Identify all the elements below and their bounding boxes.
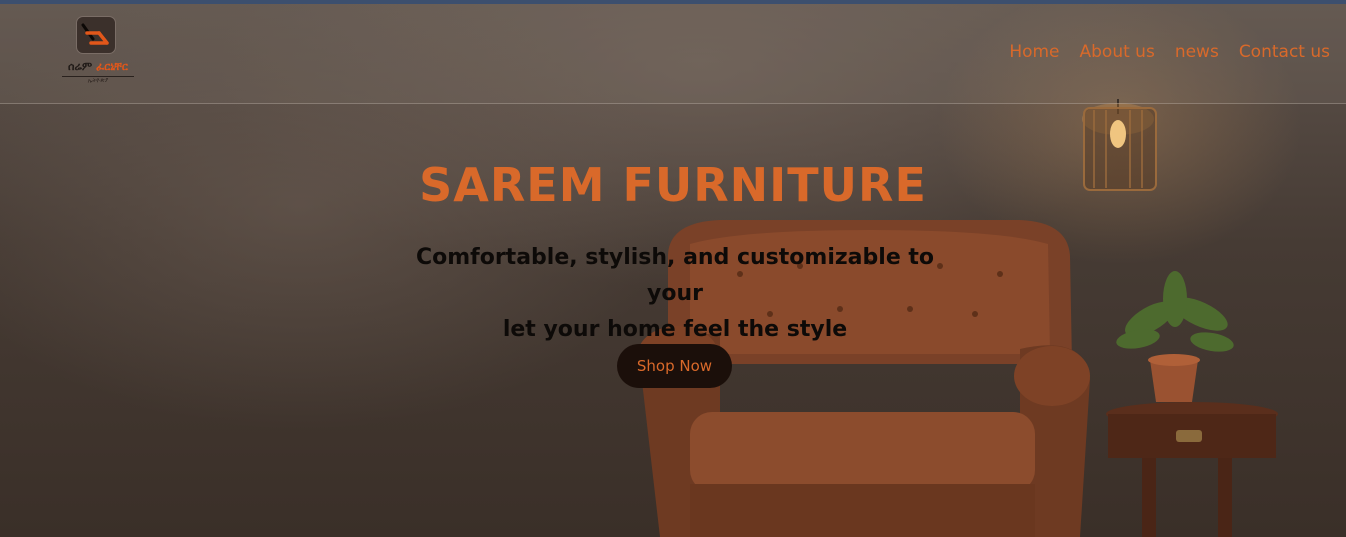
logo-word-2: ፈርኒቸር [96,60,128,73]
main-navigation: Home About us news Contact us [1009,42,1330,62]
hero-section: ሰሬም ፈርኒቸር ኢትዮጵያ Home About us news Conta… [0,4,1346,537]
armchair-logo-icon [76,16,116,54]
hero-tagline: Comfortable, stylish, and customizable t… [395,240,955,348]
logo-word-1: ሰሬም [68,60,93,73]
nav-link-contact-us[interactable]: Contact us [1239,42,1330,62]
logo-subtitle: ኢትዮጵያ [62,76,134,85]
hero-tagline-line-2: let your home feel the style [502,317,848,342]
logo-wordmark: ሰሬም ፈርኒቸር [56,60,140,74]
site-logo[interactable]: ሰሬም ፈርኒቸር ኢትዮጵያ [56,16,140,88]
hero-tagline-line-1: Comfortable, stylish, and customizable t… [415,245,935,306]
nav-link-home[interactable]: Home [1009,42,1059,62]
nav-link-about-us[interactable]: About us [1080,42,1155,62]
site-navbar: ሰሬም ፈርኒቸር ኢትዮጵያ Home About us news Conta… [0,4,1346,104]
side-table-illustration [1106,402,1278,537]
nav-link-news[interactable]: news [1175,42,1219,62]
potted-plant-illustration [1116,271,1234,402]
hero-title: SAREM FURNITURE [419,158,927,212]
shop-now-button[interactable]: Shop Now [617,344,732,388]
